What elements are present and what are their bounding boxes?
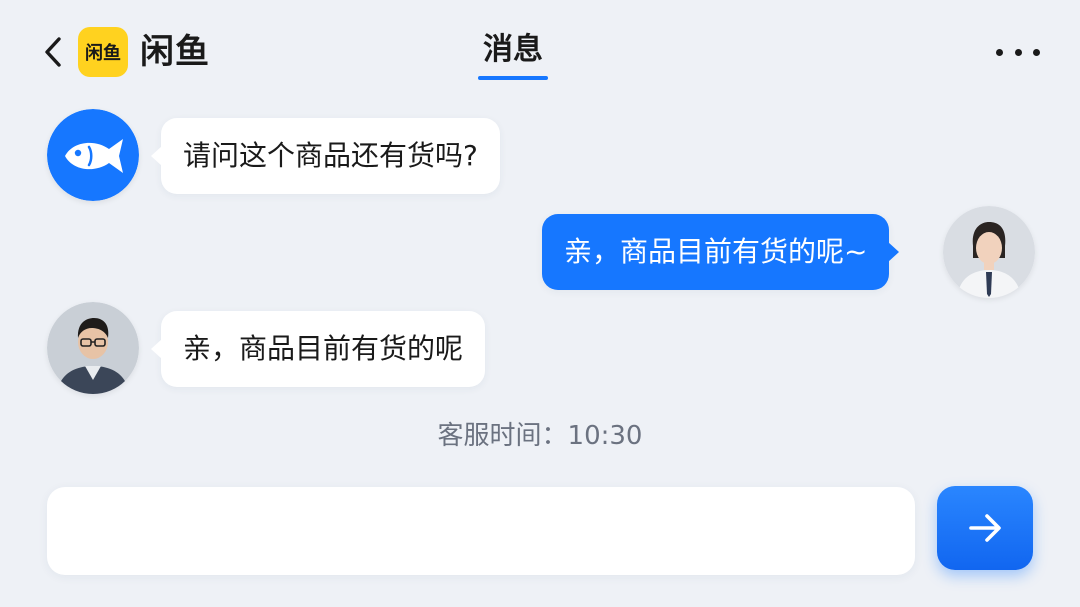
message-text: 亲，商品目前有货的呢 xyxy=(183,332,464,365)
female-agent-avatar[interactable] xyxy=(943,206,1035,298)
message-input-container[interactable] xyxy=(47,487,915,575)
top-bar: 闲鱼 闲鱼 消息 xyxy=(0,0,1080,100)
app-logo: 闲鱼 xyxy=(78,27,128,77)
person-photo-icon xyxy=(47,302,139,394)
fish-avatar[interactable] xyxy=(47,109,139,201)
send-button[interactable] xyxy=(937,486,1033,570)
message-text: 亲，商品目前有货的呢~ xyxy=(564,235,868,268)
fish-icon xyxy=(47,109,139,201)
message-bubble-incoming: 请问这个商品还有货吗? xyxy=(151,118,500,194)
back-button[interactable] xyxy=(38,34,68,70)
arrow-right-icon xyxy=(969,514,1001,542)
more-options-button[interactable] xyxy=(996,38,1040,66)
page-title[interactable]: 消息 xyxy=(470,28,556,72)
message-bubble-outgoing: 亲，商品目前有货的呢~ xyxy=(542,214,900,290)
app-name: 闲鱼 xyxy=(140,32,210,72)
more-dot xyxy=(996,48,1003,56)
more-dot xyxy=(1033,48,1040,56)
message-bubble-incoming: 亲，商品目前有货的呢 xyxy=(150,311,486,387)
service-time-label: 客服时间：10:30 xyxy=(437,421,643,451)
chevron-left-icon xyxy=(45,37,61,67)
message-text: 请问这个商品还有货吗? xyxy=(183,139,478,172)
more-dot xyxy=(1014,48,1022,56)
active-tab-indicator xyxy=(478,76,548,80)
person-photo-icon xyxy=(943,206,1035,298)
message-input[interactable] xyxy=(71,515,895,547)
male-user-avatar[interactable] xyxy=(47,302,139,394)
